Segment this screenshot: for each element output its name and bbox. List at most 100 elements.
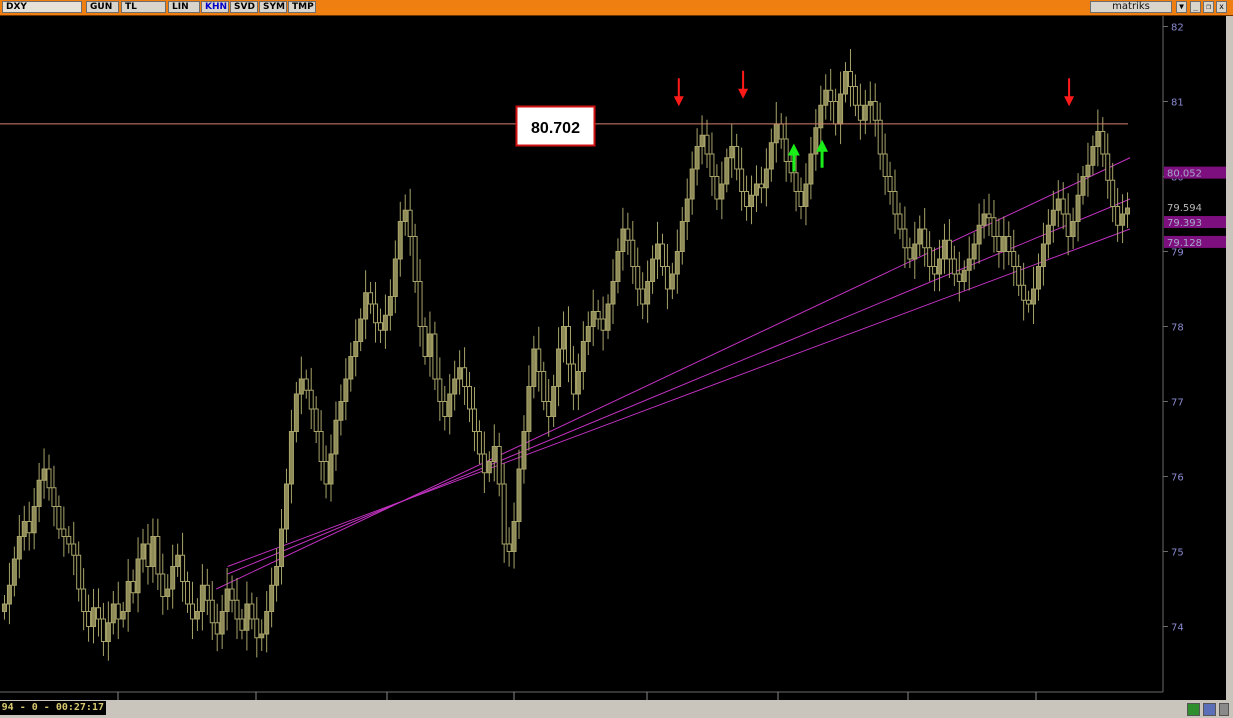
candle-body bbox=[86, 611, 92, 627]
candle-body bbox=[1070, 221, 1076, 237]
candle-body bbox=[308, 389, 314, 410]
candle-body bbox=[961, 269, 967, 282]
candle-body bbox=[462, 367, 468, 387]
candle-body bbox=[95, 607, 101, 620]
candle-body bbox=[655, 243, 661, 260]
candle-body bbox=[353, 341, 359, 357]
candle-body bbox=[798, 191, 804, 207]
candle-body bbox=[66, 536, 72, 545]
candle-body bbox=[635, 266, 641, 290]
candle-body bbox=[51, 487, 57, 507]
candle-body bbox=[818, 104, 824, 129]
candle-body bbox=[214, 622, 220, 635]
candle-body bbox=[1006, 236, 1012, 252]
candle-body bbox=[744, 191, 750, 207]
price-badge-label: 80.052 bbox=[1167, 169, 1202, 180]
candle-body bbox=[288, 431, 294, 485]
candle-body bbox=[833, 101, 839, 125]
candle-body bbox=[719, 183, 725, 200]
candle-body bbox=[377, 322, 383, 331]
candle-body bbox=[392, 258, 398, 297]
refresh-icon[interactable] bbox=[1187, 703, 1200, 716]
candle-body bbox=[976, 224, 982, 245]
candle-body bbox=[150, 536, 156, 567]
candle-body bbox=[526, 386, 532, 432]
candle-body bbox=[61, 528, 67, 537]
candle-body bbox=[254, 618, 260, 639]
candle-body bbox=[996, 236, 1002, 252]
pin-icon[interactable] bbox=[1219, 703, 1229, 716]
candle-body bbox=[541, 371, 547, 402]
candle-body bbox=[709, 153, 715, 177]
candle-body bbox=[165, 588, 171, 597]
candle-body bbox=[575, 371, 581, 395]
candle-body bbox=[768, 142, 774, 170]
candle-body bbox=[373, 303, 379, 324]
candle-body bbox=[1090, 146, 1096, 166]
candle-body bbox=[734, 146, 740, 170]
candle-body bbox=[1065, 213, 1071, 237]
candle-body bbox=[269, 584, 275, 612]
candle-body bbox=[570, 363, 576, 395]
candle-body bbox=[16, 536, 22, 560]
candle-body bbox=[135, 558, 141, 594]
candle-body bbox=[21, 521, 27, 537]
candle-body bbox=[1021, 284, 1027, 301]
candle-body bbox=[175, 554, 181, 567]
candle-body bbox=[640, 288, 646, 305]
candle-body bbox=[704, 134, 710, 155]
candle-body bbox=[204, 584, 210, 601]
price-badge-label: 79.594 bbox=[1167, 203, 1202, 214]
candle-body bbox=[31, 506, 37, 534]
price-chart[interactable]: 747576777879808182 08.1109.1110.1111.111… bbox=[0, 0, 1233, 700]
candle-body bbox=[546, 401, 552, 417]
candle-body bbox=[333, 419, 339, 455]
candle-body bbox=[664, 266, 670, 290]
candle-body bbox=[511, 521, 517, 552]
candle-body bbox=[1050, 209, 1056, 226]
chart-background bbox=[0, 16, 1233, 700]
y-tick-label: 76 bbox=[1171, 473, 1184, 484]
candle-body bbox=[1045, 224, 1051, 245]
candle-body bbox=[26, 521, 32, 534]
candle-body bbox=[699, 134, 705, 147]
candle-body bbox=[41, 468, 47, 481]
candle-body bbox=[170, 566, 176, 590]
candle-body bbox=[160, 573, 166, 597]
candle-body bbox=[669, 273, 675, 290]
candle-body bbox=[971, 243, 977, 260]
candle-body bbox=[843, 71, 849, 95]
candle-body bbox=[645, 281, 651, 305]
price-badge-label: 79.128 bbox=[1167, 238, 1202, 249]
candle-body bbox=[422, 326, 428, 357]
candle-body bbox=[595, 311, 601, 320]
candle-body bbox=[279, 528, 285, 567]
candle-body bbox=[679, 221, 685, 252]
candle-body bbox=[318, 431, 324, 462]
candle-body bbox=[689, 168, 695, 200]
candle-body bbox=[714, 176, 720, 200]
candle-body bbox=[323, 461, 329, 485]
candle-body bbox=[471, 408, 477, 432]
candle-body bbox=[476, 431, 482, 455]
candle-body bbox=[877, 119, 883, 155]
candle-body bbox=[739, 168, 745, 192]
status-clock: 94 - 0 - 00:27:17 bbox=[0, 701, 106, 715]
candle-body bbox=[36, 479, 42, 507]
candle-body bbox=[467, 386, 473, 410]
settings-icon[interactable] bbox=[1203, 703, 1216, 716]
y-tick-label: 77 bbox=[1171, 398, 1184, 409]
candle-body bbox=[892, 191, 898, 215]
candle-body bbox=[862, 104, 868, 121]
candle-body bbox=[1110, 179, 1116, 207]
candle-body bbox=[105, 622, 111, 642]
candle-body bbox=[580, 341, 586, 372]
candle-body bbox=[778, 123, 784, 140]
candle-body bbox=[803, 183, 809, 207]
candle-body bbox=[887, 176, 893, 192]
candle-body bbox=[1115, 206, 1121, 226]
candle-body bbox=[610, 281, 616, 305]
candle-body bbox=[991, 217, 997, 237]
candle-body bbox=[823, 89, 829, 106]
candle-body bbox=[922, 228, 928, 249]
